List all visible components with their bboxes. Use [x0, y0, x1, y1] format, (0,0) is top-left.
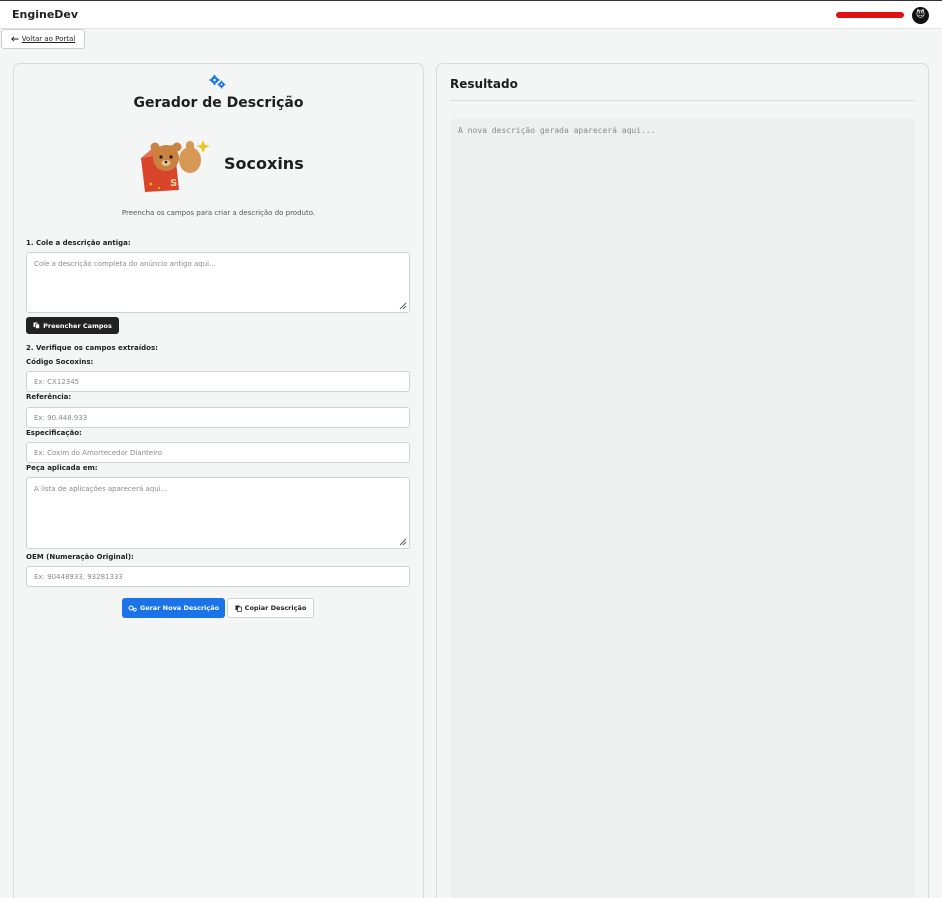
- socoxins-logo: S: [141, 140, 210, 192]
- oem-label: OEM (Numeração Original):: [26, 553, 134, 561]
- gears-icon: [128, 605, 137, 611]
- code-input[interactable]: Ex: CX12345: [26, 371, 410, 392]
- copy-description-button[interactable]: Copiar Descrição: [227, 598, 314, 618]
- step1-label: 1. Cole a descrição antiga:: [26, 239, 131, 247]
- top-bar: EngineDev 😈: [0, 0, 942, 29]
- oem-placeholder: Ex: 90448933, 93281333: [34, 573, 123, 581]
- back-to-portal-label: Voltar ao Portal: [21, 35, 76, 43]
- reference-label: Referência:: [26, 393, 72, 401]
- brand-name[interactable]: EngineDev: [12, 8, 78, 21]
- copy-description-label: Copiar Descrição: [244, 604, 307, 612]
- step2-label: 2. Verifique os campos extraídos:: [26, 344, 158, 352]
- oem-input[interactable]: Ex: 90448933, 93281333: [26, 566, 410, 587]
- applied-placeholder: A lista de aplicações aparecerá aqui...: [34, 485, 168, 493]
- copy-fill-icon: [33, 322, 40, 329]
- fill-fields-label: Preencher Campos: [43, 321, 112, 330]
- reference-placeholder: Ex: 90.448.933: [34, 414, 88, 422]
- form-subtitle: Preencha os campos para criar a descriçã…: [121, 209, 316, 217]
- reference-input[interactable]: Ex: 90.448.933: [26, 407, 410, 428]
- form-title: Gerador de Descrição: [133, 95, 304, 111]
- resize-handle-icon[interactable]: [399, 302, 407, 310]
- logo-text: Socoxins: [224, 154, 304, 173]
- result-divider: [450, 100, 915, 101]
- spec-label: Especificação:: [26, 429, 82, 437]
- spec-placeholder: Ex: Coxim do Amortecedor Dianteiro: [34, 449, 163, 457]
- applied-label: Peça aplicada em:: [26, 464, 98, 472]
- gears-icon: [209, 75, 226, 89]
- applied-textarea[interactable]: A lista de aplicações aparecerá aqui...: [26, 477, 410, 549]
- code-label: Código Socoxins:: [26, 358, 94, 366]
- fill-fields-button[interactable]: Preencher Campos: [26, 317, 119, 334]
- code-placeholder: Ex: CX12345: [34, 378, 80, 386]
- resize-handle-icon[interactable]: [399, 538, 407, 546]
- copy-icon: [235, 605, 242, 612]
- redacted-username: [836, 12, 904, 18]
- arrow-left-icon: [10, 36, 19, 42]
- result-placeholder: A nova descrição gerada aparecerá aqui..…: [458, 126, 656, 135]
- old-description-placeholder: Cole a descrição completa do anúncio ant…: [34, 260, 216, 268]
- svg-text:S: S: [170, 178, 177, 189]
- generate-description-button[interactable]: Gerar Nova Descrição: [122, 598, 225, 618]
- avatar[interactable]: 😈: [912, 7, 929, 24]
- back-to-portal-button[interactable]: Voltar ao Portal: [1, 29, 85, 49]
- old-description-textarea[interactable]: Cole a descrição completa do anúncio ant…: [26, 252, 410, 313]
- generate-description-label: Gerar Nova Descrição: [139, 604, 220, 612]
- result-output[interactable]: A nova descrição gerada aparecerá aqui..…: [450, 119, 915, 898]
- result-title: Resultado: [450, 77, 518, 91]
- spec-input[interactable]: Ex: Coxim do Amortecedor Dianteiro: [26, 442, 410, 463]
